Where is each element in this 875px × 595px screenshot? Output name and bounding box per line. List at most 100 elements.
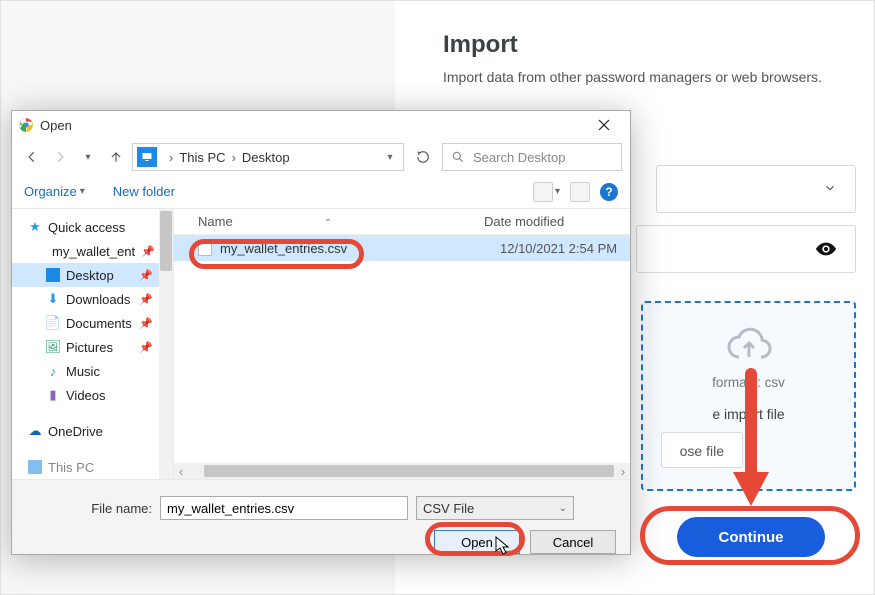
pin-icon: 📌 [139, 341, 153, 354]
chevron-down-icon: ▾ [80, 186, 85, 197]
chevron-down-icon: ⌄ [559, 503, 567, 514]
refresh-button[interactable] [408, 150, 438, 164]
tree-this-pc[interactable]: This PC [12, 455, 173, 479]
star-icon: ★ [28, 220, 42, 234]
filename-input[interactable] [160, 496, 408, 520]
tree-item[interactable]: 🖼 Pictures 📌 [12, 335, 173, 359]
file-name: my_wallet_entries.csv [220, 241, 500, 256]
chevron-down-icon [823, 181, 837, 198]
nav-forward-button[interactable] [48, 145, 72, 169]
sort-indicator-icon: ⌃ [324, 218, 332, 229]
continue-button[interactable]: Continue [677, 517, 825, 557]
nav-up-button[interactable] [104, 145, 128, 169]
arrow-up-icon [109, 150, 123, 164]
breadcrumb-dropdown[interactable]: ▾ [377, 152, 403, 163]
column-header-name[interactable]: Name [198, 214, 484, 229]
chrome-icon [18, 117, 34, 133]
music-icon: ♪ [46, 364, 60, 378]
vault-select[interactable] [656, 165, 856, 213]
tree-item[interactable]: ▮ Videos [12, 383, 173, 407]
tree-item[interactable]: my_wallet_ent📌 [12, 239, 173, 263]
tree-item[interactable]: ♪Music [12, 359, 173, 383]
tree-scrollbar[interactable] [159, 209, 173, 479]
tree-item-label: This PC [48, 460, 94, 475]
tree-item[interactable]: ⬇ Downloads 📌 [12, 287, 173, 311]
scroll-right-icon: › [616, 464, 630, 479]
cancel-button[interactable]: Cancel [530, 530, 616, 554]
tree-item-label: OneDrive [48, 424, 103, 439]
file-type-filter[interactable]: CSV File ⌄ [416, 496, 574, 520]
nav-recent-button[interactable]: ▾ [76, 145, 100, 169]
tree-item-label: Quick access [48, 220, 125, 235]
pin-icon: 📌 [139, 293, 153, 306]
view-mode-button[interactable]: ▾ [533, 182, 560, 202]
breadcrumb-root[interactable]: This PC [179, 150, 225, 165]
dialog-nav-row: ▾ › This PC › Desktop ▾ Search Desktop [12, 139, 630, 175]
arrow-right-icon [53, 150, 67, 164]
breadcrumb[interactable]: › This PC › Desktop ▾ [132, 143, 404, 171]
new-folder-button[interactable]: New folder [113, 184, 175, 199]
list-view-icon [533, 182, 553, 202]
search-input[interactable]: Search Desktop [442, 143, 622, 171]
cloud-icon: ☁ [28, 424, 42, 438]
tree-item-label: Documents [66, 316, 132, 331]
dialog-toolbar: Organize▾ New folder ▾ ? [12, 175, 630, 209]
page-title: Import [443, 31, 844, 59]
search-icon [451, 150, 465, 164]
tree-item[interactable]: 📄Documents📌 [12, 311, 173, 335]
refresh-icon [416, 150, 430, 164]
tree-quick-access[interactable]: ★ Quick access [12, 215, 173, 239]
pin-icon: 📌 [139, 269, 153, 282]
column-header-date[interactable]: Date modified [484, 214, 630, 229]
dialog-body: ★ Quick access my_wallet_ent📌 Desktop 📌 ⬇… [12, 209, 630, 480]
close-icon [598, 119, 610, 131]
tree-onedrive[interactable]: ☁ OneDrive [12, 419, 173, 443]
cloud-upload-icon [725, 325, 773, 365]
pin-icon: 📌 [139, 317, 153, 330]
file-date: 12/10/2021 2:54 PM [500, 241, 630, 256]
tree-item-label: Desktop [66, 268, 114, 283]
scroll-left-icon: ‹ [174, 464, 188, 479]
dropzone-formats-text: formats: csv [657, 375, 840, 390]
choose-file-button[interactable]: ose file [661, 432, 743, 468]
breadcrumb-leaf[interactable]: Desktop [242, 150, 290, 165]
scroll-thumb[interactable] [204, 465, 614, 477]
tree-item-desktop[interactable]: Desktop 📌 [12, 263, 173, 287]
close-button[interactable] [584, 112, 624, 138]
dialog-footer: File name: CSV File ⌄ Open Cancel [12, 480, 630, 554]
tree-item-label: Downloads [66, 292, 130, 307]
monitor-icon [137, 147, 157, 167]
download-icon: ⬇ [46, 292, 60, 306]
file-row[interactable]: my_wallet_entries.csv 12/10/2021 2:54 PM [174, 235, 630, 261]
video-icon: ▮ [46, 388, 60, 402]
folder-tree: ★ Quick access my_wallet_ent📌 Desktop 📌 ⬇… [12, 209, 174, 479]
dropzone-import-file-text: e import file [657, 406, 840, 422]
file-dropzone[interactable]: formats: csv e import file ose file [641, 301, 856, 491]
pin-icon: 📌 [141, 245, 155, 258]
open-button[interactable]: Open [434, 530, 520, 554]
file-list-header[interactable]: Name Date modified [174, 209, 630, 235]
arrow-left-icon [25, 150, 39, 164]
preview-pane-button[interactable] [570, 182, 590, 202]
file-icon [198, 240, 212, 256]
tree-item-label: Pictures [66, 340, 113, 355]
desktop-icon [46, 268, 60, 282]
page-subtitle: Import data from other password managers… [443, 69, 844, 85]
nav-back-button[interactable] [20, 145, 44, 169]
master-password-field[interactable] [636, 225, 856, 273]
dialog-titlebar: Open [12, 111, 630, 139]
organize-menu[interactable]: Organize▾ [24, 184, 85, 199]
chevron-down-icon: ▾ [555, 186, 560, 197]
horizontal-scrollbar[interactable]: ‹ › [174, 463, 630, 479]
chevron-right-icon: › [232, 150, 236, 165]
help-button[interactable]: ? [600, 183, 618, 201]
search-placeholder: Search Desktop [473, 150, 566, 165]
tree-item-label: Videos [66, 388, 106, 403]
monitor-icon [28, 460, 42, 474]
chevron-down-icon: ▾ [387, 152, 392, 163]
eye-icon[interactable] [815, 238, 837, 260]
chevron-down-icon: ▾ [85, 152, 90, 163]
filename-label: File name: [22, 501, 152, 516]
dialog-title: Open [40, 118, 72, 133]
pictures-icon: 🖼 [46, 340, 60, 354]
